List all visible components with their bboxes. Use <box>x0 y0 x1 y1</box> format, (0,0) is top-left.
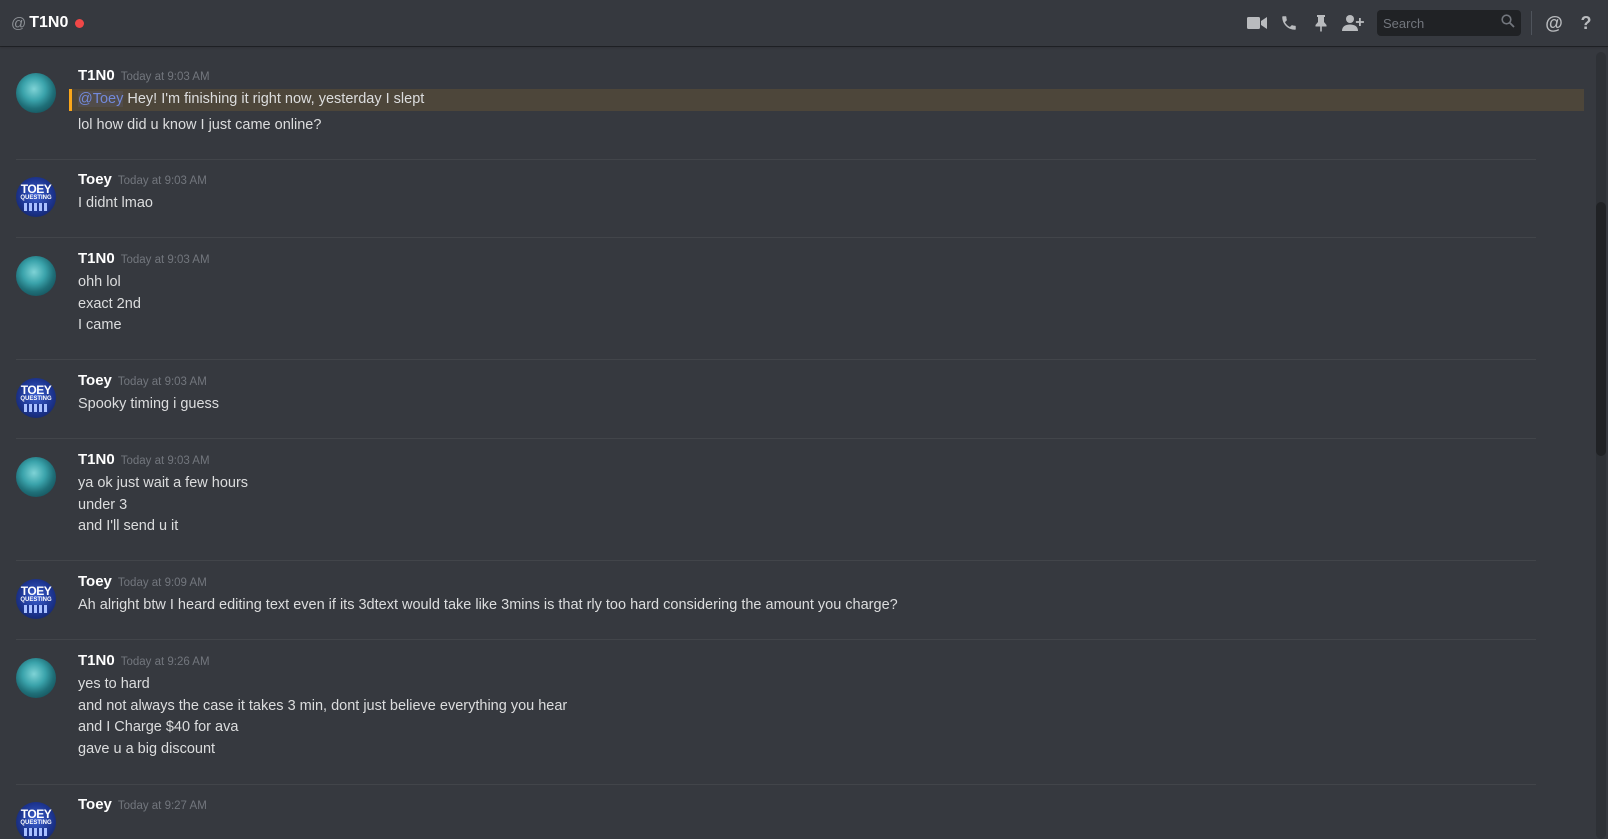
message-divider <box>16 560 1536 561</box>
avatar[interactable] <box>16 256 56 296</box>
dm-title: @ T1N0 <box>0 0 85 46</box>
discord-dm-window: @ T1N0 @ <box>0 0 1608 839</box>
channel-header: @ T1N0 @ <box>0 0 1608 46</box>
username[interactable]: T1N0 <box>78 451 115 468</box>
message-content: T1N0 Today at 9:03 AM ya ok just wait a … <box>78 451 1574 538</box>
timestamp: Today at 9:03 AM <box>120 254 210 266</box>
avatar-text: TOEY <box>20 382 52 397</box>
message-divider <box>16 237 1536 238</box>
avatar-graphic <box>24 403 48 412</box>
status-dnd-indicator <box>75 19 85 28</box>
message-header: T1N0 Today at 9:26 AM <box>78 652 1574 674</box>
avatar-graphic <box>24 604 48 613</box>
message-header: Toey Today at 9:03 AM <box>78 171 1574 193</box>
timestamp: Today at 9:27 AM <box>117 800 207 812</box>
avatar-text: QUESTING <box>20 395 52 402</box>
avatar-text: TOEY <box>20 806 52 821</box>
username[interactable]: T1N0 <box>78 67 115 84</box>
user-mention[interactable]: @Toey <box>78 91 124 107</box>
username[interactable]: Toey <box>78 573 112 590</box>
header-toolbar: @ ? <box>1237 0 1608 46</box>
avatar[interactable] <box>16 73 56 113</box>
message-divider <box>16 639 1536 640</box>
help-icon[interactable]: ? <box>1574 11 1598 35</box>
scrollbar-thumb[interactable] <box>1596 202 1606 456</box>
search-icon[interactable] <box>1501 13 1515 33</box>
video-camera-icon[interactable] <box>1245 11 1269 35</box>
avatar-text: TOEY <box>20 181 52 196</box>
message-text: and I Charge $40 for ava <box>78 719 239 735</box>
message-header: Toey Today at 9:27 AM <box>78 796 1574 818</box>
username[interactable]: Toey <box>78 171 112 188</box>
avatar-text: QUESTING <box>20 194 52 201</box>
message-divider <box>16 159 1536 160</box>
avatar[interactable]: TOEY QUESTING <box>16 177 56 217</box>
avatar-text: TOEY <box>20 583 52 598</box>
message-text: exact 2nd <box>78 295 141 312</box>
message-header: T1N0 Today at 9:03 AM <box>78 67 1574 89</box>
search-input[interactable] <box>1383 15 1493 31</box>
message-text: yes to hard <box>78 676 150 692</box>
message-divider <box>16 359 1536 360</box>
avatar-graphic <box>24 202 48 211</box>
message-divider <box>16 438 1536 439</box>
pin-icon[interactable] <box>1309 11 1333 35</box>
message-text: Ah alright btw I heard editing text even… <box>78 597 898 613</box>
help-glyph: ? <box>1580 12 1592 33</box>
add-member-icon[interactable] <box>1341 11 1365 35</box>
search-bar[interactable] <box>1377 10 1521 36</box>
avatar[interactable]: TOEY QUESTING <box>16 579 56 619</box>
mention-glyph: @ <box>1545 12 1563 33</box>
message-text: under 3 <box>78 496 128 513</box>
avatar-graphic <box>24 827 48 836</box>
message-header: T1N0 Today at 9:03 AM <box>78 451 1574 473</box>
message-list[interactable]: T1N0 Today at 9:03 AM @Toey Hey! I'm fin… <box>0 46 1594 839</box>
avatar[interactable]: TOEY QUESTING <box>16 802 56 839</box>
avatar-text: QUESTING <box>20 596 52 603</box>
message-content: T1N0 Today at 9:03 AM @Toey Hey! I'm fin… <box>69 67 1584 136</box>
username[interactable]: T1N0 <box>78 250 115 267</box>
avatar[interactable] <box>16 658 56 698</box>
message-header: Toey Today at 9:03 AM <box>78 372 1574 394</box>
toolbar-divider <box>1531 11 1532 35</box>
avatar[interactable]: TOEY QUESTING <box>16 378 56 418</box>
message-text: ohh lol <box>78 274 121 290</box>
username[interactable]: Toey <box>78 796 112 813</box>
message-content: Toey Today at 9:03 AM Spooky timing i gu… <box>78 372 1574 416</box>
timestamp: Today at 9:26 AM <box>120 656 210 668</box>
timestamp: Today at 9:03 AM <box>120 455 210 467</box>
message-content: Toey Today at 9:03 AM I didnt lmao <box>78 171 1574 215</box>
message-header: T1N0 Today at 9:03 AM <box>78 250 1574 272</box>
timestamp: Today at 9:09 AM <box>117 577 207 589</box>
message-text: I came <box>78 317 122 333</box>
message-text: lol how did u know I just came online? <box>78 116 322 133</box>
avatar[interactable] <box>16 457 56 497</box>
message-content: T1N0 Today at 9:26 AM yes to hard and no… <box>78 652 1574 760</box>
username[interactable]: T1N0 <box>78 652 115 669</box>
message-text: and I'll send u it <box>78 518 179 534</box>
message-text: Hey! I'm finishing it right now, yesterd… <box>123 91 425 107</box>
message-content: Toey Today at 9:09 AM Ah alright btw I h… <box>78 573 1574 617</box>
at-icon: @ <box>11 15 27 32</box>
message-text: ya ok just wait a few hours <box>78 475 249 491</box>
dm-recipient-name[interactable]: T1N0 <box>29 14 68 32</box>
message-content: T1N0 Today at 9:03 AM ohh lol exact 2nd … <box>78 250 1574 337</box>
message-content: Toey Today at 9:27 AM <box>78 796 1574 818</box>
phone-icon[interactable] <box>1277 11 1301 35</box>
message-text: Spooky timing i guess <box>78 396 220 412</box>
message-text: and not always the case it takes 3 min, … <box>78 697 568 714</box>
timestamp: Today at 9:03 AM <box>120 71 210 83</box>
mention-icon[interactable]: @ <box>1542 11 1566 35</box>
timestamp: Today at 9:03 AM <box>117 376 207 388</box>
mentioned-message: @Toey Hey! I'm finishing it right now, y… <box>69 89 1584 111</box>
avatar-text: QUESTING <box>20 819 52 826</box>
username[interactable]: Toey <box>78 372 112 389</box>
message-header: Toey Today at 9:09 AM <box>78 573 1574 595</box>
message-text: gave u a big discount <box>78 740 216 757</box>
message-text: I didnt lmao <box>78 195 153 211</box>
message-divider <box>16 784 1536 785</box>
timestamp: Today at 9:03 AM <box>117 175 207 187</box>
